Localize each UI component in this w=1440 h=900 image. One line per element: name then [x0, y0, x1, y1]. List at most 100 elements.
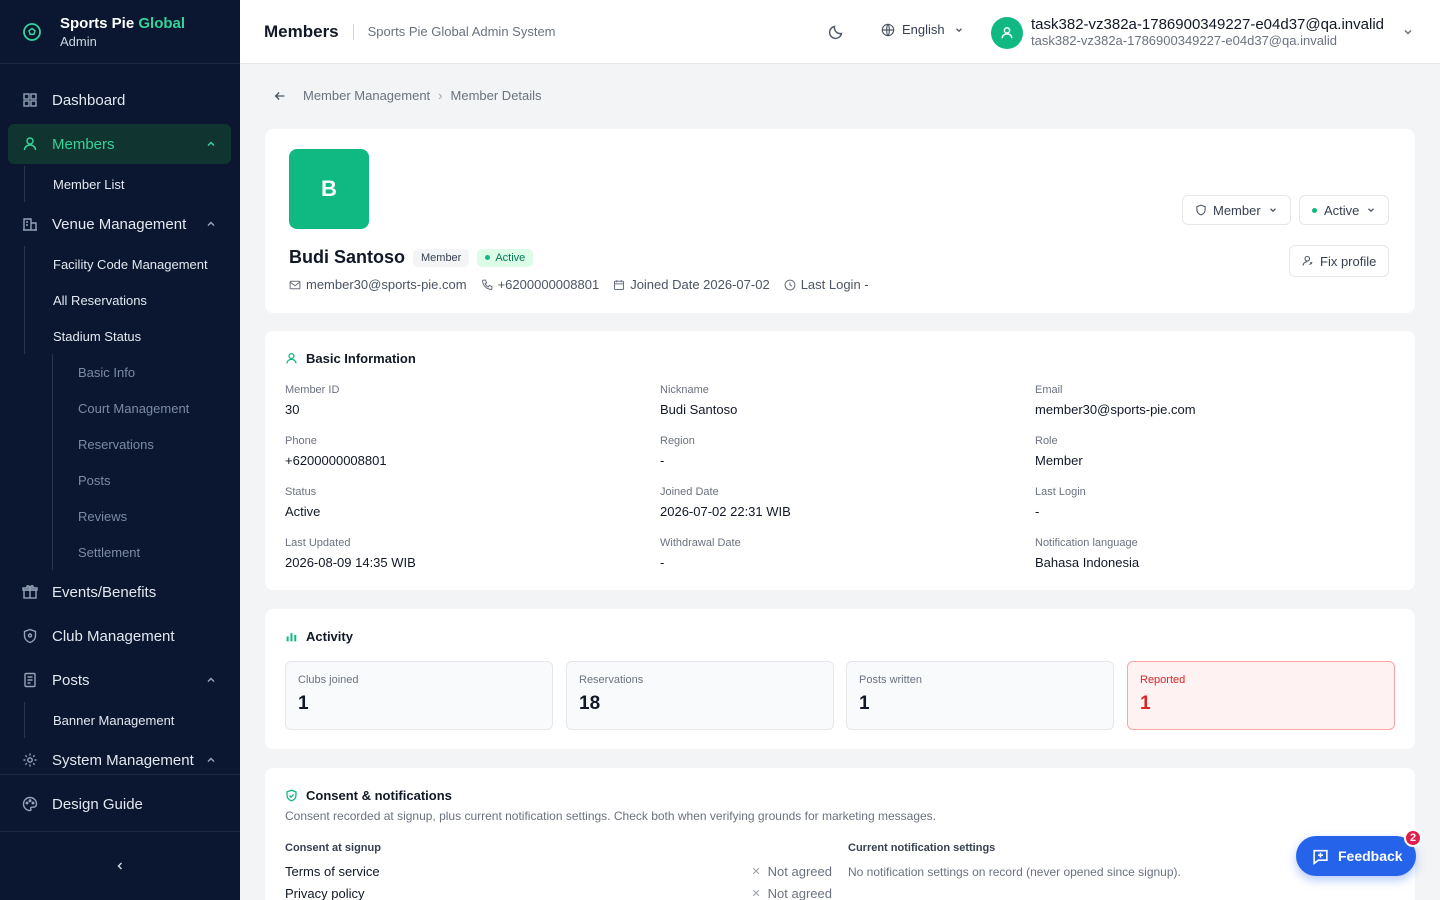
sidebar-item-posts[interactable]: Posts — [8, 660, 231, 700]
breadcrumb: Member Management › Member Details — [273, 88, 542, 103]
field-label: Notification language — [1035, 537, 1138, 549]
role-select-label: Member — [1213, 202, 1261, 218]
header-divider — [352, 23, 354, 40]
chevron-down-icon — [1368, 208, 1375, 213]
sidebar-item-club[interactable]: Club Management — [8, 616, 231, 656]
activity-title: Activity — [285, 629, 353, 644]
field-label: Member ID — [285, 384, 340, 396]
status-dot — [1312, 207, 1317, 213]
role-select[interactable]: Member — [1182, 195, 1291, 225]
basic-info-card: Basic Information Member ID 30 Nickname Bu… — [265, 331, 1415, 590]
feedback-label: Feedback — [1338, 848, 1403, 864]
sidebar-item-all-reservations[interactable]: All Reservations — [24, 282, 231, 318]
role-badge: Member — [413, 248, 470, 267]
field-label: Region — [660, 435, 695, 447]
consent-row-terms: Terms of service ✕ Not agreed — [285, 864, 832, 879]
consent-value: Not agreed — [767, 886, 832, 900]
user-menu[interactable]: task382-vz382a-1786900349227-e04d37@qa.i… — [991, 16, 1384, 49]
consent-status: ✕ Not agreed — [751, 864, 832, 879]
consent-signup-heading: Consent at signup — [285, 842, 381, 854]
sidebar-item-basic-info[interactable]: Basic Info — [52, 354, 232, 390]
current-notification-note: No notification settings on record (neve… — [848, 865, 1181, 879]
field-last-updated: Last Updated 2026-08-09 14:35 WIB — [285, 537, 645, 570]
breadcrumb-parent[interactable]: Member Management — [303, 88, 430, 103]
stat-clubs-joined: Clubs joined 1 — [285, 661, 553, 730]
sidebar-item-dashboard[interactable]: Dashboard — [8, 80, 231, 120]
chevron-down-icon — [955, 27, 962, 32]
collapse-sidebar-button[interactable] — [0, 831, 240, 900]
top-header: Members Sports Pie Global Admin System E… — [240, 0, 1440, 64]
sidebar-item-settlement[interactable]: Settlement — [52, 534, 232, 570]
user-email: task382-vz382a-1786900349227-e04d37@qa.i… — [1031, 33, 1337, 48]
meta-email: member30@sports-pie.com — [289, 277, 467, 292]
fix-profile-button[interactable]: Fix profile — [1289, 245, 1390, 277]
sidebar-footer: Design Guide — [0, 774, 240, 813]
sidebar-item-stadium-status[interactable]: Stadium Status — [24, 318, 231, 354]
stat-reservations: Reservations 18 — [566, 661, 834, 730]
field-value: 2026-08-09 14:35 WIB — [285, 555, 416, 570]
sidebar-item-label: Venue Management — [52, 215, 187, 233]
page-title: Members — [264, 21, 339, 41]
user-icon — [286, 352, 297, 364]
sidebar-item-label: System Management — [52, 751, 194, 769]
profile-meta: member30@sports-pie.com +6200000008801 J… — [289, 277, 883, 292]
field-label: Joined Date — [660, 486, 719, 498]
field-value: - — [660, 555, 665, 570]
sidebar-item-members[interactable]: Members — [8, 124, 231, 164]
sidebar-item-member-list[interactable]: Member List — [24, 166, 231, 202]
chevron-up-icon — [207, 677, 215, 683]
sidebar-item-banner[interactable]: Banner Management — [24, 702, 231, 738]
calendar-icon — [614, 279, 625, 290]
consent-label: Privacy policy — [285, 886, 365, 900]
field-member-id: Member ID 30 — [285, 384, 645, 417]
consent-title-text: Consent & notifications — [306, 788, 452, 803]
status-badge-label: Active — [495, 251, 526, 264]
brand-name: Sports Pie Global — [60, 14, 186, 32]
activity-card: Activity Clubs joined 1 Reservations 18 Po… — [265, 609, 1415, 749]
palette-icon — [22, 796, 38, 812]
sidebar-item-reservations[interactable]: Reservations — [52, 426, 232, 462]
stat-value: 1 — [859, 693, 870, 714]
clock-icon — [784, 279, 796, 290]
sidebar-item-reviews[interactable]: Reviews — [52, 498, 232, 534]
soccer-ball-icon — [23, 22, 41, 41]
bar-chart-icon — [286, 633, 297, 642]
field-label: Nickname — [660, 384, 709, 396]
sidebar-item-stadium-posts[interactable]: Posts — [52, 462, 232, 498]
sidebar-item-design-guide[interactable]: Design Guide — [8, 784, 231, 824]
sidebar-item-label: Members — [52, 135, 115, 153]
consent-row-privacy: Privacy policy ✕ Not agreed — [285, 886, 832, 900]
meta-email-value: member30@sports-pie.com — [306, 277, 467, 292]
brand[interactable]: Sports Pie Global Admin — [0, 0, 240, 64]
meta-joined: Joined Date 2026-07-02 — [613, 277, 770, 292]
close-icon: ✕ — [751, 866, 761, 878]
field-value: Member — [1035, 453, 1083, 468]
globe-icon — [881, 23, 895, 36]
chevron-down-icon — [1269, 208, 1276, 213]
stat-label: Reservations — [579, 674, 644, 686]
arrow-left-icon[interactable] — [273, 89, 287, 103]
field-value: - — [660, 453, 665, 468]
sidebar-item-facility-code[interactable]: Facility Code Management — [24, 246, 231, 282]
sidebar-item-label: Dashboard — [52, 91, 126, 109]
stat-label: Reported — [1140, 674, 1186, 686]
building-icon — [23, 218, 37, 231]
sidebar-item-court-management[interactable]: Court Management — [52, 390, 232, 426]
user-icon — [23, 137, 37, 151]
status-select[interactable]: Active — [1299, 195, 1390, 225]
feedback-button[interactable]: Feedback — [1296, 836, 1416, 876]
moon-icon[interactable] — [828, 24, 844, 40]
meta-last-login-value: Last Login - — [800, 277, 869, 292]
sidebar-item-events[interactable]: Events/Benefits — [8, 572, 231, 612]
chevron-up-icon — [207, 141, 215, 147]
consent-description: Consent recorded at signup, plus current… — [285, 809, 937, 823]
stat-label: Clubs joined — [298, 674, 359, 686]
avatar — [991, 16, 1023, 49]
language-select[interactable]: English — [881, 22, 971, 37]
breadcrumb-current: Member Details — [450, 88, 542, 103]
basic-info-title-text: Basic Information — [306, 351, 416, 366]
sidebar-item-venue[interactable]: Venue Management — [8, 204, 231, 244]
chevron-down-icon[interactable] — [1402, 26, 1414, 38]
stat-value: 1 — [1140, 693, 1151, 714]
field-last-login: Last Login - — [1035, 486, 1395, 519]
